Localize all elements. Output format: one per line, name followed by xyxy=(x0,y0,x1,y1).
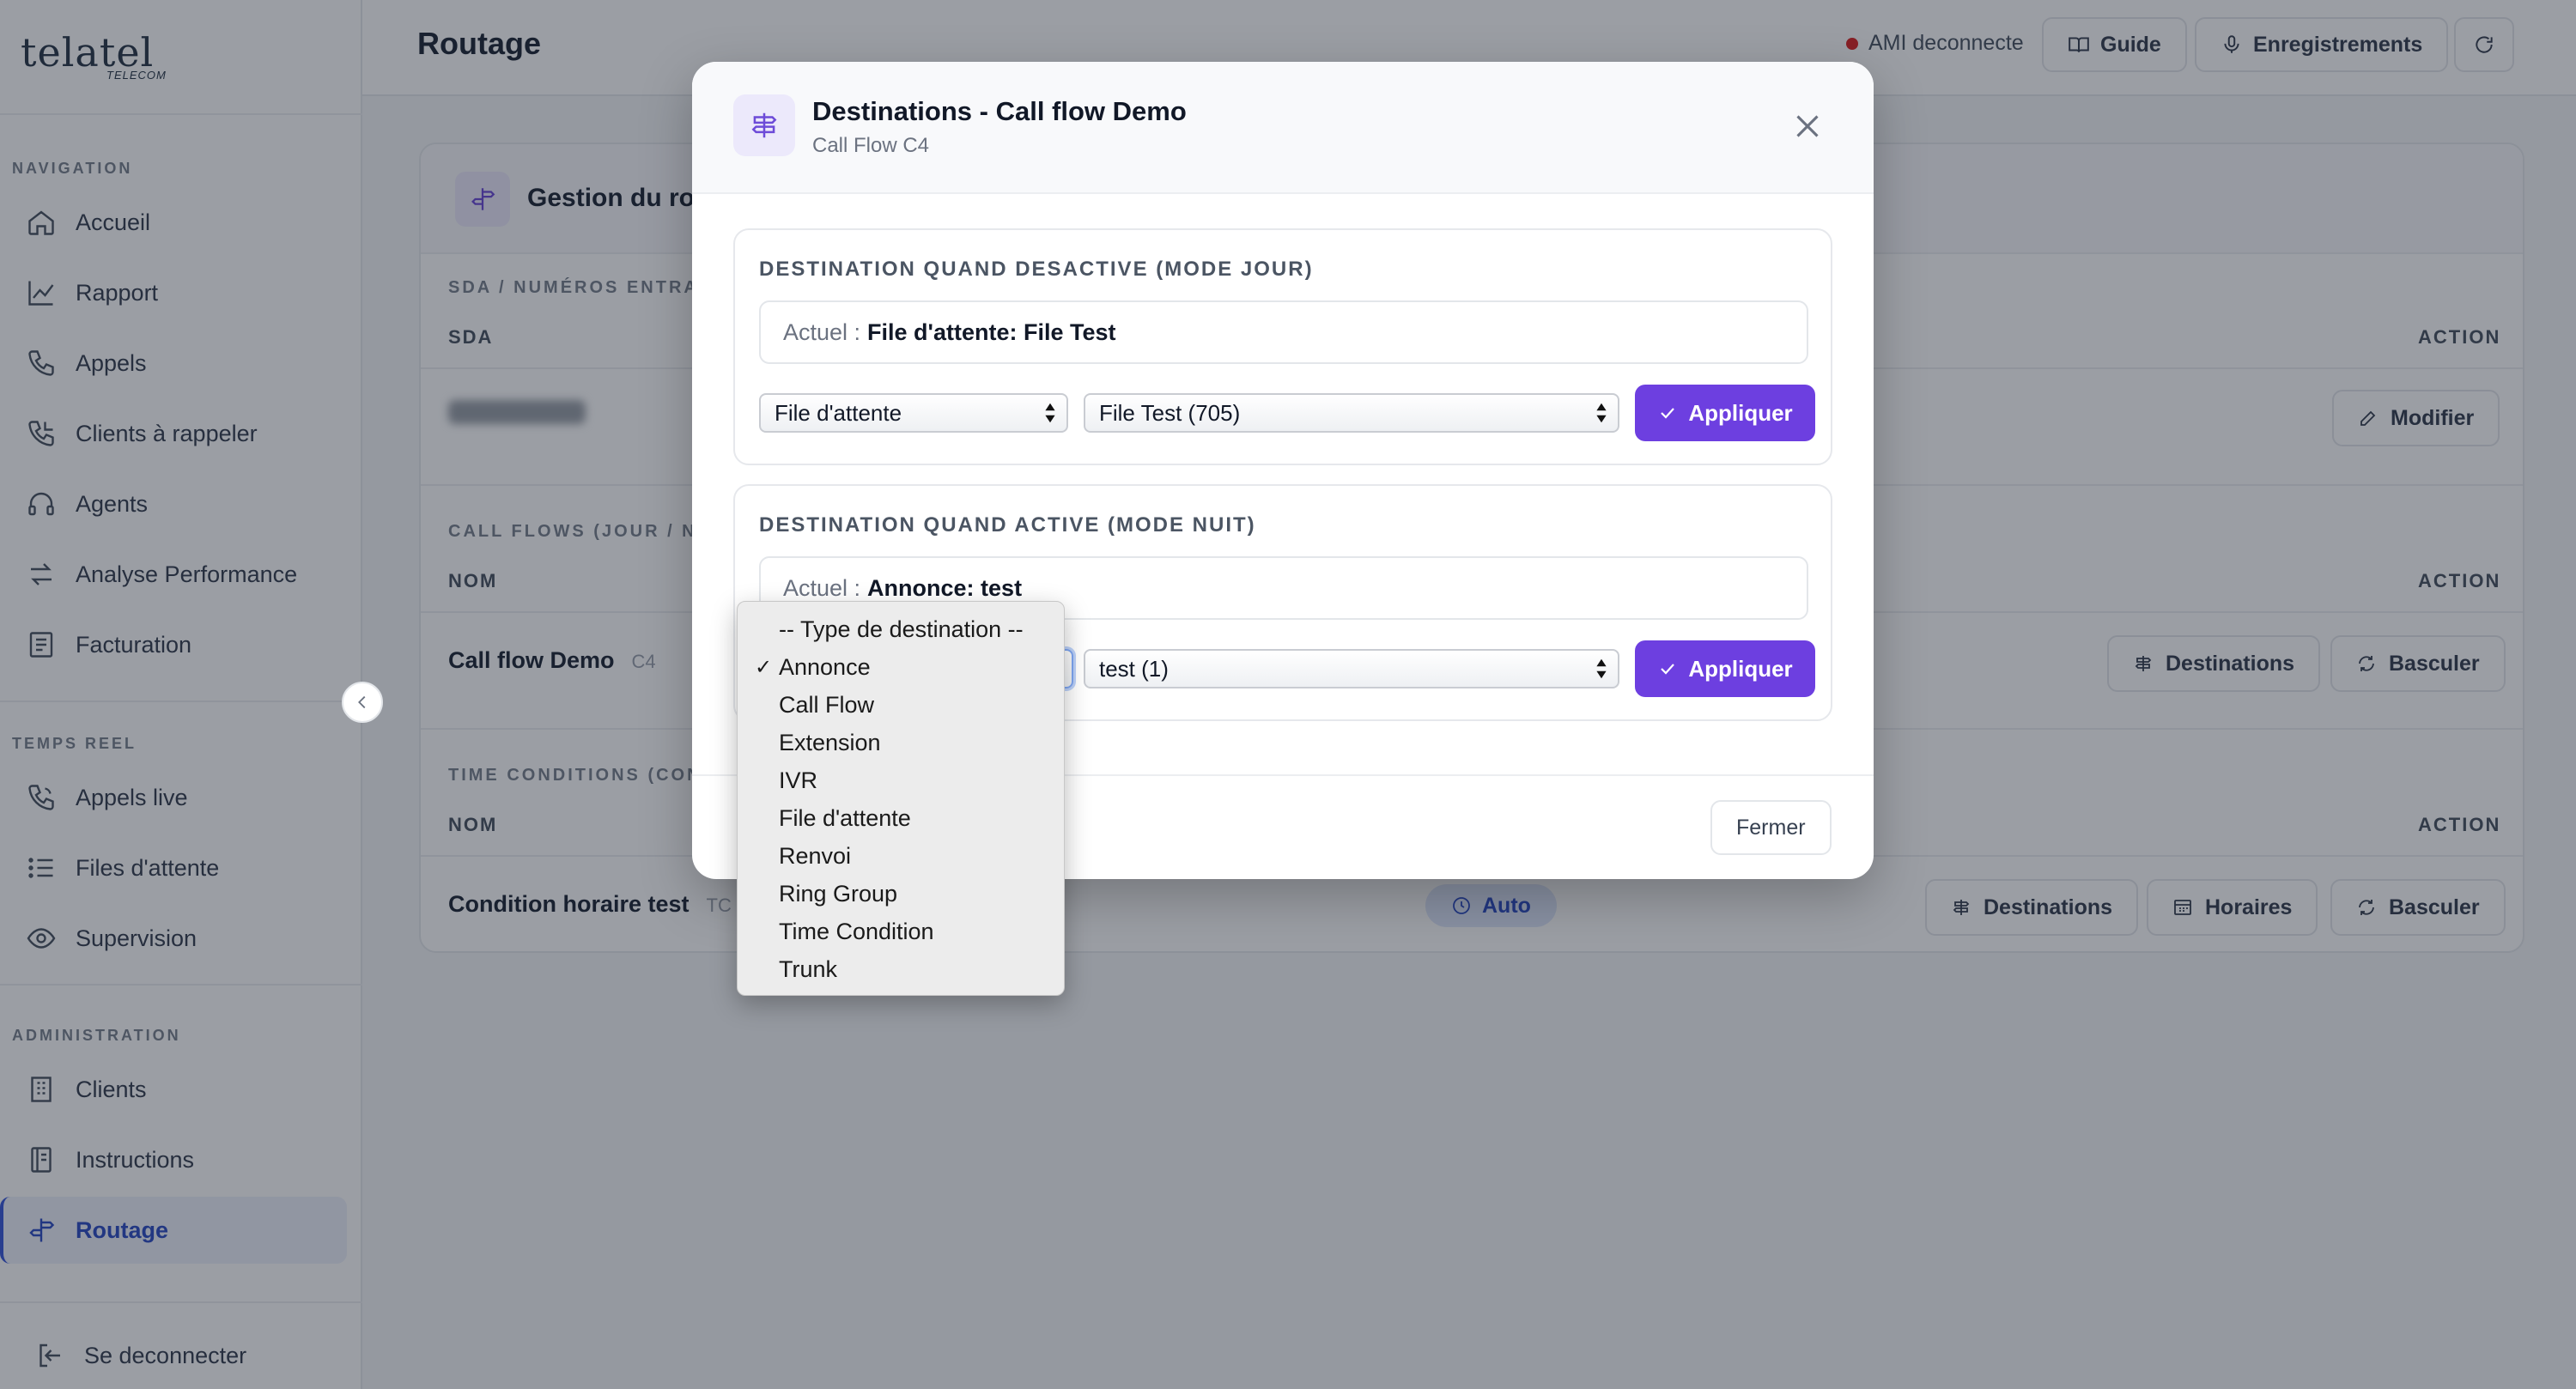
close-button[interactable]: Fermer xyxy=(1710,800,1832,855)
option-label: Annonce xyxy=(779,653,871,680)
modal-title: Destinations - Call flow Demo xyxy=(812,96,1187,126)
check-icon xyxy=(1661,664,1675,675)
dropdown-option-ring-group[interactable]: Ring Group xyxy=(738,875,1064,913)
day-target-select[interactable]: File Test (705) xyxy=(1084,393,1619,433)
destination-type-dropdown: -- Type de destination -- ✓ Annonce Call … xyxy=(737,601,1065,996)
option-label: File d'attente xyxy=(779,804,911,831)
chevron-left-icon xyxy=(358,695,366,709)
check-icon xyxy=(1661,408,1675,419)
dropdown-option-file-d-attente[interactable]: File d'attente xyxy=(738,799,1064,837)
current-value: Annonce: test xyxy=(867,574,1023,601)
select-arrows-icon xyxy=(1596,658,1607,679)
option-label: Time Condition xyxy=(779,918,934,944)
apply-label: Appliquer xyxy=(1688,655,1793,682)
day-mode-heading: DESTINATION QUAND DESACTIVE (MODE JOUR) xyxy=(759,258,1314,281)
modal-subtitle: Call Flow C4 xyxy=(812,134,930,157)
option-label: Call Flow xyxy=(779,691,875,718)
current-prefix: Actuel : xyxy=(783,574,861,601)
night-target-select[interactable]: test (1) xyxy=(1084,649,1619,688)
night-mode-heading: DESTINATION QUAND ACTIVE (MODE NUIT) xyxy=(759,513,1256,537)
dropdown-option-call-flow[interactable]: Call Flow xyxy=(738,686,1064,724)
dropdown-option-annonce[interactable]: ✓ Annonce xyxy=(738,648,1064,686)
dropdown-option-renvoi[interactable]: Renvoi xyxy=(738,837,1064,875)
option-label: Ring Group xyxy=(779,880,898,907)
select-value: File Test (705) xyxy=(1099,399,1241,426)
day-type-select[interactable]: File d'attente xyxy=(759,393,1068,433)
modal-header-icon xyxy=(733,94,795,156)
sidebar-collapse-button[interactable] xyxy=(342,682,383,723)
day-apply-button[interactable]: Appliquer xyxy=(1635,385,1815,441)
dropdown-option-time-condition[interactable]: Time Condition xyxy=(738,913,1064,950)
night-apply-button[interactable]: Appliquer xyxy=(1635,640,1815,697)
apply-label: Appliquer xyxy=(1688,399,1793,426)
dropdown-option-ivr[interactable]: IVR xyxy=(738,761,1064,799)
dropdown-option-extension[interactable]: Extension xyxy=(738,724,1064,761)
dropdown-option-trunk[interactable]: Trunk xyxy=(738,950,1064,988)
select-arrows-icon xyxy=(1045,403,1055,423)
signs-icon xyxy=(751,112,777,138)
day-mode-section: DESTINATION QUAND DESACTIVE (MODE JOUR) … xyxy=(733,228,1832,465)
close-icon[interactable] xyxy=(1788,106,1827,146)
option-label: Trunk xyxy=(779,955,838,982)
checkmark-icon: ✓ xyxy=(755,655,773,679)
option-label: Extension xyxy=(779,729,881,755)
modal-header: Destinations - Call flow Demo Call Flow … xyxy=(692,62,1874,194)
select-value: test (1) xyxy=(1099,655,1169,682)
current-value: File d'attente: File Test xyxy=(867,318,1116,345)
select-value: File d'attente xyxy=(775,399,902,426)
current-prefix: Actuel : xyxy=(783,318,861,345)
dropdown-placeholder-option[interactable]: -- Type de destination -- xyxy=(738,610,1064,648)
day-current-destination: Actuel : File d'attente: File Test xyxy=(759,300,1808,364)
select-arrows-icon xyxy=(1596,403,1607,423)
option-label: IVR xyxy=(779,767,818,793)
option-label: Renvoi xyxy=(779,842,852,869)
